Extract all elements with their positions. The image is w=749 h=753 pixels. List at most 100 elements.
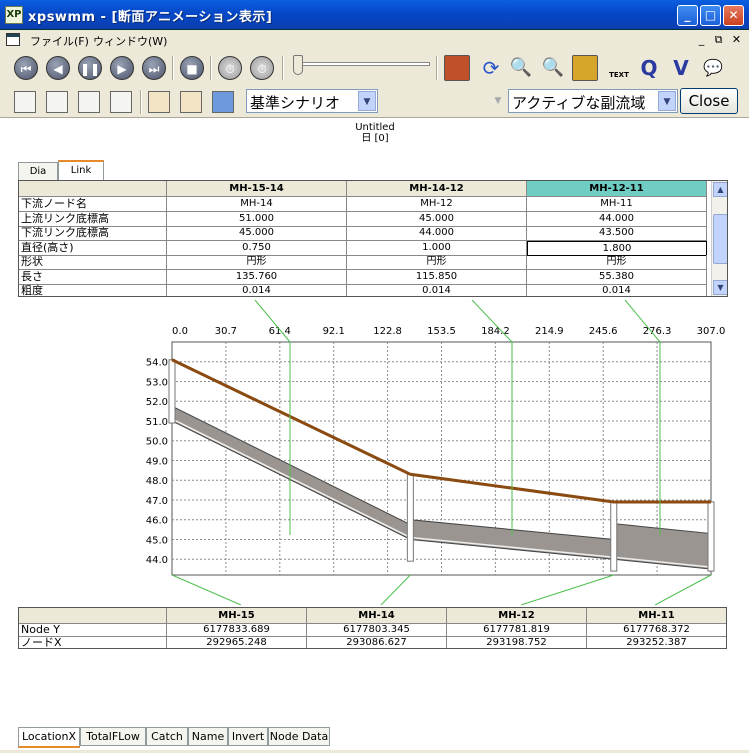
table-cell[interactable]: MH-12 (347, 197, 527, 212)
table-edit-icon[interactable] (46, 91, 68, 113)
scenario-select[interactable]: 基準シナリオ ▼ (246, 89, 378, 113)
table-cell[interactable]: 115.850 (347, 269, 527, 285)
zoom-out-icon[interactable]: 🔍 (540, 55, 566, 81)
chevron-down-icon[interactable]: ▼ (358, 91, 376, 111)
bottom-tab[interactable]: TotalFLow (80, 727, 146, 746)
bottom-tab[interactable]: LocationX (18, 727, 80, 748)
table-cell[interactable]: 293252.387 (587, 637, 726, 648)
table-cell[interactable]: MH-11 (527, 197, 707, 212)
table-cell[interactable]: 43.500 (527, 226, 707, 241)
maximize-button[interactable]: □ (700, 5, 721, 26)
velocity-v-button[interactable]: V (668, 55, 694, 81)
minimize-button[interactable]: _ (677, 5, 698, 26)
table-cell[interactable]: 0.014 (527, 284, 707, 296)
table-cell[interactable]: 51.000 (167, 211, 347, 227)
grid-icon[interactable] (572, 55, 598, 81)
table-cell[interactable]: 292965.248 (167, 637, 307, 648)
node-column-header[interactable]: MH-15 (167, 608, 307, 624)
close-button[interactable]: Close (680, 88, 738, 114)
chevron-down-icon[interactable]: ▼ (658, 91, 676, 111)
bottom-tab[interactable]: Node Data (268, 727, 330, 746)
pattern-icon[interactable] (444, 55, 470, 81)
skip-end-icon[interactable]: ⏭ (142, 56, 166, 80)
table-record-icon[interactable] (110, 91, 132, 113)
table-cell[interactable]: 44.000 (527, 211, 707, 227)
table-cell[interactable]: 55.380 (527, 269, 707, 285)
link-column-header[interactable]: MH-14-12 (347, 181, 527, 197)
profile-title: Untitled 日 [0] (330, 122, 420, 144)
table-cell[interactable]: 1.000 (347, 240, 527, 256)
table-cell[interactable]: 円形 (347, 255, 527, 270)
toolbar-separator (436, 56, 438, 80)
node-column-header[interactable]: MH-14 (307, 608, 447, 624)
subcatchment-select[interactable]: アクティブな副流域 ▼ (508, 89, 678, 113)
document-icon[interactable] (6, 33, 20, 46)
link-column-header[interactable]: MH-12-11 (527, 181, 707, 197)
node-column-header[interactable]: MH-12 (447, 608, 587, 624)
play-icon[interactable]: ▶ (110, 56, 134, 80)
table-icon[interactable] (14, 91, 36, 113)
x-tick-label: 0.0 (172, 326, 188, 337)
table-copy-icon[interactable] (78, 91, 100, 113)
stop-icon[interactable]: ■ (180, 56, 204, 80)
scroll-thumb[interactable] (713, 214, 727, 264)
link-data-table: MH-15-14 MH-14-12 MH-12-11 下流ノード名 MH-14 MH-12… (18, 180, 728, 297)
tab-dia[interactable]: Dia (18, 162, 58, 180)
report-list-icon[interactable] (180, 91, 202, 113)
scroll-down-icon[interactable]: ▼ (713, 280, 727, 295)
table-cell[interactable]: 1.800 (527, 240, 707, 256)
profile-view-icon[interactable] (212, 91, 234, 113)
mdi-minimize-button[interactable]: _ (694, 33, 709, 47)
table-cell[interactable]: 6177781.819 (447, 624, 587, 637)
table-cell[interactable]: 0.014 (167, 284, 347, 296)
text-icon[interactable]: TEXT (606, 55, 632, 81)
menu-file[interactable]: ファイル(F) (30, 33, 89, 49)
bottom-tab[interactable]: Catch (146, 727, 188, 746)
manhole[interactable] (406, 473, 414, 562)
flow-q-button[interactable]: Q (636, 55, 662, 81)
timer-back-icon[interactable]: ⏱ (250, 56, 274, 80)
bottom-tab[interactable]: Name (188, 727, 228, 746)
node-column-header[interactable]: MH-11 (587, 608, 726, 624)
bottom-tab[interactable]: Invert (228, 727, 268, 746)
scroll-up-icon[interactable]: ▲ (713, 182, 727, 197)
pause-icon[interactable]: ❚❚ (78, 56, 102, 80)
table-cell[interactable]: 0.014 (347, 284, 527, 296)
table-cell[interactable]: 0.750 (167, 240, 347, 256)
close-window-button[interactable]: ✕ (723, 5, 744, 26)
table-cell[interactable]: 44.000 (347, 226, 527, 241)
refresh-icon[interactable]: ⟳ (478, 55, 504, 81)
manhole[interactable] (168, 359, 176, 424)
table-row: 長さ 135.760 115.850 55.380 (19, 269, 711, 285)
table-cell[interactable]: MH-14 (167, 197, 347, 212)
manhole[interactable] (610, 501, 618, 572)
table-cell[interactable]: 293086.627 (307, 637, 447, 648)
time-slider[interactable] (295, 62, 430, 66)
report-icon[interactable] (148, 91, 170, 113)
time-slider-thumb[interactable] (293, 55, 303, 75)
table-cell[interactable]: 45.000 (167, 226, 347, 241)
mdi-close-button[interactable]: ✕ (729, 33, 744, 47)
table-cell[interactable]: 45.000 (347, 211, 527, 227)
table-cell[interactable]: 135.760 (167, 269, 347, 285)
skip-start-icon[interactable]: ⏮ (14, 56, 38, 80)
manhole[interactable] (707, 501, 715, 572)
zoom-in-icon[interactable]: 🔍 (508, 55, 534, 81)
table-cell[interactable]: 6177803.345 (307, 624, 447, 637)
tab-link[interactable]: Link (58, 160, 104, 180)
table-cell[interactable]: 円形 (167, 255, 347, 270)
mdi-restore-button[interactable]: ⧉ (711, 33, 726, 47)
step-back-icon[interactable]: ◀ (46, 56, 70, 80)
x-tick-label: 61.4 (269, 326, 291, 337)
vertical-scrollbar[interactable]: ▲ ▼ (711, 181, 727, 296)
table-cell[interactable]: 293198.752 (447, 637, 587, 648)
tooltip-icon[interactable]: 💬 (700, 55, 726, 81)
table-cell[interactable]: 6177768.372 (587, 624, 726, 637)
link-column-header[interactable]: MH-15-14 (167, 181, 347, 197)
table-cell[interactable]: 6177833.689 (167, 624, 307, 637)
node-connector-line (654, 574, 712, 605)
table-cell[interactable]: 円形 (527, 255, 707, 270)
long-section-chart: 0.0 30.7 61.4 92.1 122.8 153.5 184.2 214.9 245.6… (146, 300, 725, 605)
timer-forward-icon[interactable]: ⏱ (218, 56, 242, 80)
menu-window[interactable]: ウィンドウ(W) (93, 33, 167, 49)
